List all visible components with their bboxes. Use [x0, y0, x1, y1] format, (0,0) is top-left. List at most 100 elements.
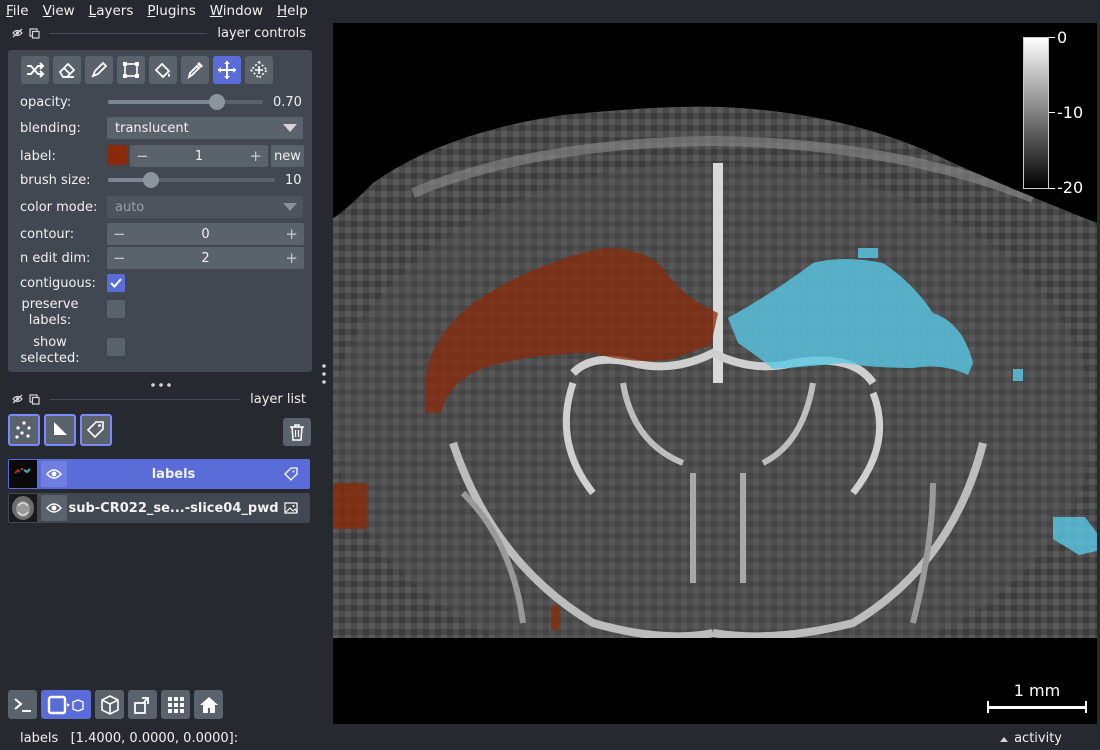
preserve-labels-row: preserve labels: [8, 296, 312, 330]
activity-button[interactable]: activity [1000, 731, 1062, 746]
brush-size-slider-handle[interactable] [143, 172, 160, 188]
polygon-icon [123, 62, 139, 78]
blending-row: blending: translucent [8, 116, 312, 140]
new-label-text: new [274, 148, 301, 164]
opacity-slider-handle[interactable] [208, 94, 225, 110]
label-2-spot-small [1013, 369, 1023, 381]
label-toolbar [21, 56, 273, 84]
contour-spinbox[interactable]: − 0 + [107, 223, 304, 245]
pan-zoom-button[interactable] [213, 56, 241, 84]
titlebar-divider [50, 32, 208, 34]
home-button[interactable] [194, 690, 223, 719]
transform-button[interactable] [245, 56, 273, 84]
preserve-labels-label: preserve labels: [20, 297, 80, 329]
image-icon [284, 502, 298, 514]
float-dock-icon[interactable] [29, 393, 40, 405]
colorbar-label-mid: -10 [1057, 103, 1084, 122]
close-dock-icon[interactable] [12, 394, 23, 404]
brush-size-value: 10 [285, 172, 302, 188]
color-mode-dropdown[interactable]: auto [107, 196, 303, 218]
trash-icon [290, 424, 304, 441]
menu-view[interactable]: View [43, 3, 75, 19]
scale-bar-cap [1085, 701, 1087, 713]
decrement-icon[interactable]: − [136, 147, 149, 165]
new-points-layer-button[interactable] [8, 414, 40, 446]
colorbar-gradient [1023, 37, 1049, 189]
visibility-toggle[interactable] [41, 495, 67, 521]
scale-bar-label: 1 mm [1013, 681, 1061, 700]
menu-window[interactable]: Window [210, 3, 263, 19]
layer-controls-titlebar: layer controls [0, 22, 320, 44]
layer-row-image[interactable]: sub-CR022_se...-slice04_pwd [8, 493, 310, 523]
show-selected-label: show selected: [20, 335, 80, 367]
n-edit-dim-spinbox[interactable]: − 2 + [107, 247, 304, 269]
preserve-labels-label-line2: labels: [28, 313, 72, 328]
blending-label: blending: [20, 120, 81, 136]
opacity-row: opacity: 0.70 [8, 90, 312, 114]
blending-dropdown[interactable]: translucent [107, 117, 303, 139]
color-picker-button[interactable] [181, 56, 209, 84]
increment-icon[interactable]: + [285, 249, 298, 267]
transpose-icon [133, 696, 149, 714]
chevron-down-icon [283, 203, 297, 211]
float-dock-icon[interactable] [29, 27, 40, 39]
contour-value: 0 [201, 226, 210, 242]
status-bar: labels [1.4000, 0.0000, 0.0000]: activit… [0, 728, 1100, 750]
eraser-button[interactable] [53, 56, 81, 84]
new-label-button[interactable]: new [271, 145, 304, 167]
opacity-value: 0.70 [273, 94, 302, 110]
preserve-labels-checkbox[interactable] [107, 300, 125, 318]
layer-row-labels[interactable]: labels [8, 459, 310, 489]
label-spinbox[interactable]: − 1 + [130, 145, 268, 167]
colorbar-tick [1049, 188, 1055, 189]
ndisplay-button[interactable] [41, 690, 91, 719]
paint-button[interactable] [85, 56, 113, 84]
label-color-swatch[interactable] [107, 145, 127, 165]
colorbar: 0 -10 -20 [1023, 28, 1097, 197]
viewer-buttons [8, 690, 223, 719]
eye-icon [46, 503, 62, 513]
visibility-toggle[interactable] [41, 461, 67, 487]
color-mode-value: auto [115, 199, 145, 215]
menu-layers[interactable]: Layers [89, 3, 134, 19]
new-labels-layer-button[interactable] [80, 414, 112, 446]
opacity-slider[interactable] [108, 94, 263, 110]
cube-icon [100, 694, 119, 715]
brush-size-label: brush size: [20, 172, 91, 188]
brush-size-slider[interactable] [108, 172, 275, 188]
menu-help[interactable]: Help [277, 3, 308, 19]
eye-icon [46, 469, 62, 479]
shapes-icon [54, 422, 67, 435]
transpose-button[interactable] [128, 690, 157, 719]
increment-icon[interactable]: + [285, 225, 298, 243]
menu-plugins[interactable]: Plugins [147, 3, 195, 19]
polygon-button[interactable] [117, 56, 145, 84]
points-icon [15, 421, 31, 439]
viewer-canvas[interactable]: 0 -10 -20 1 mm [333, 23, 1097, 724]
color-picker-icon [187, 62, 203, 80]
increment-icon[interactable]: + [249, 147, 262, 165]
close-dock-icon[interactable] [12, 28, 23, 38]
console-icon [13, 697, 31, 712]
delete-layer-button[interactable] [283, 418, 311, 446]
grid-button[interactable] [161, 690, 190, 719]
console-button[interactable] [8, 690, 37, 719]
label-1-edge-region [333, 483, 367, 529]
n-edit-dim-label: n edit dim: [20, 250, 91, 266]
show-selected-checkbox[interactable] [107, 338, 125, 356]
home-icon [199, 696, 218, 713]
new-layer-buttons [8, 414, 112, 446]
layer-type [280, 502, 302, 514]
dock-splitter[interactable] [321, 362, 327, 386]
shuffle-colors-button[interactable] [21, 56, 49, 84]
menu-file[interactable]: File [6, 3, 29, 19]
fill-button[interactable] [149, 56, 177, 84]
colorbar-tick [1049, 37, 1055, 38]
roll-dimensions-button[interactable] [95, 690, 124, 719]
decrement-icon[interactable]: − [113, 225, 126, 243]
contiguous-checkbox[interactable] [107, 274, 125, 292]
contiguous-label: contiguous: [20, 275, 96, 291]
new-shapes-layer-button[interactable] [44, 414, 76, 446]
decrement-icon[interactable]: − [113, 249, 126, 267]
scale-bar-cap [987, 701, 989, 713]
